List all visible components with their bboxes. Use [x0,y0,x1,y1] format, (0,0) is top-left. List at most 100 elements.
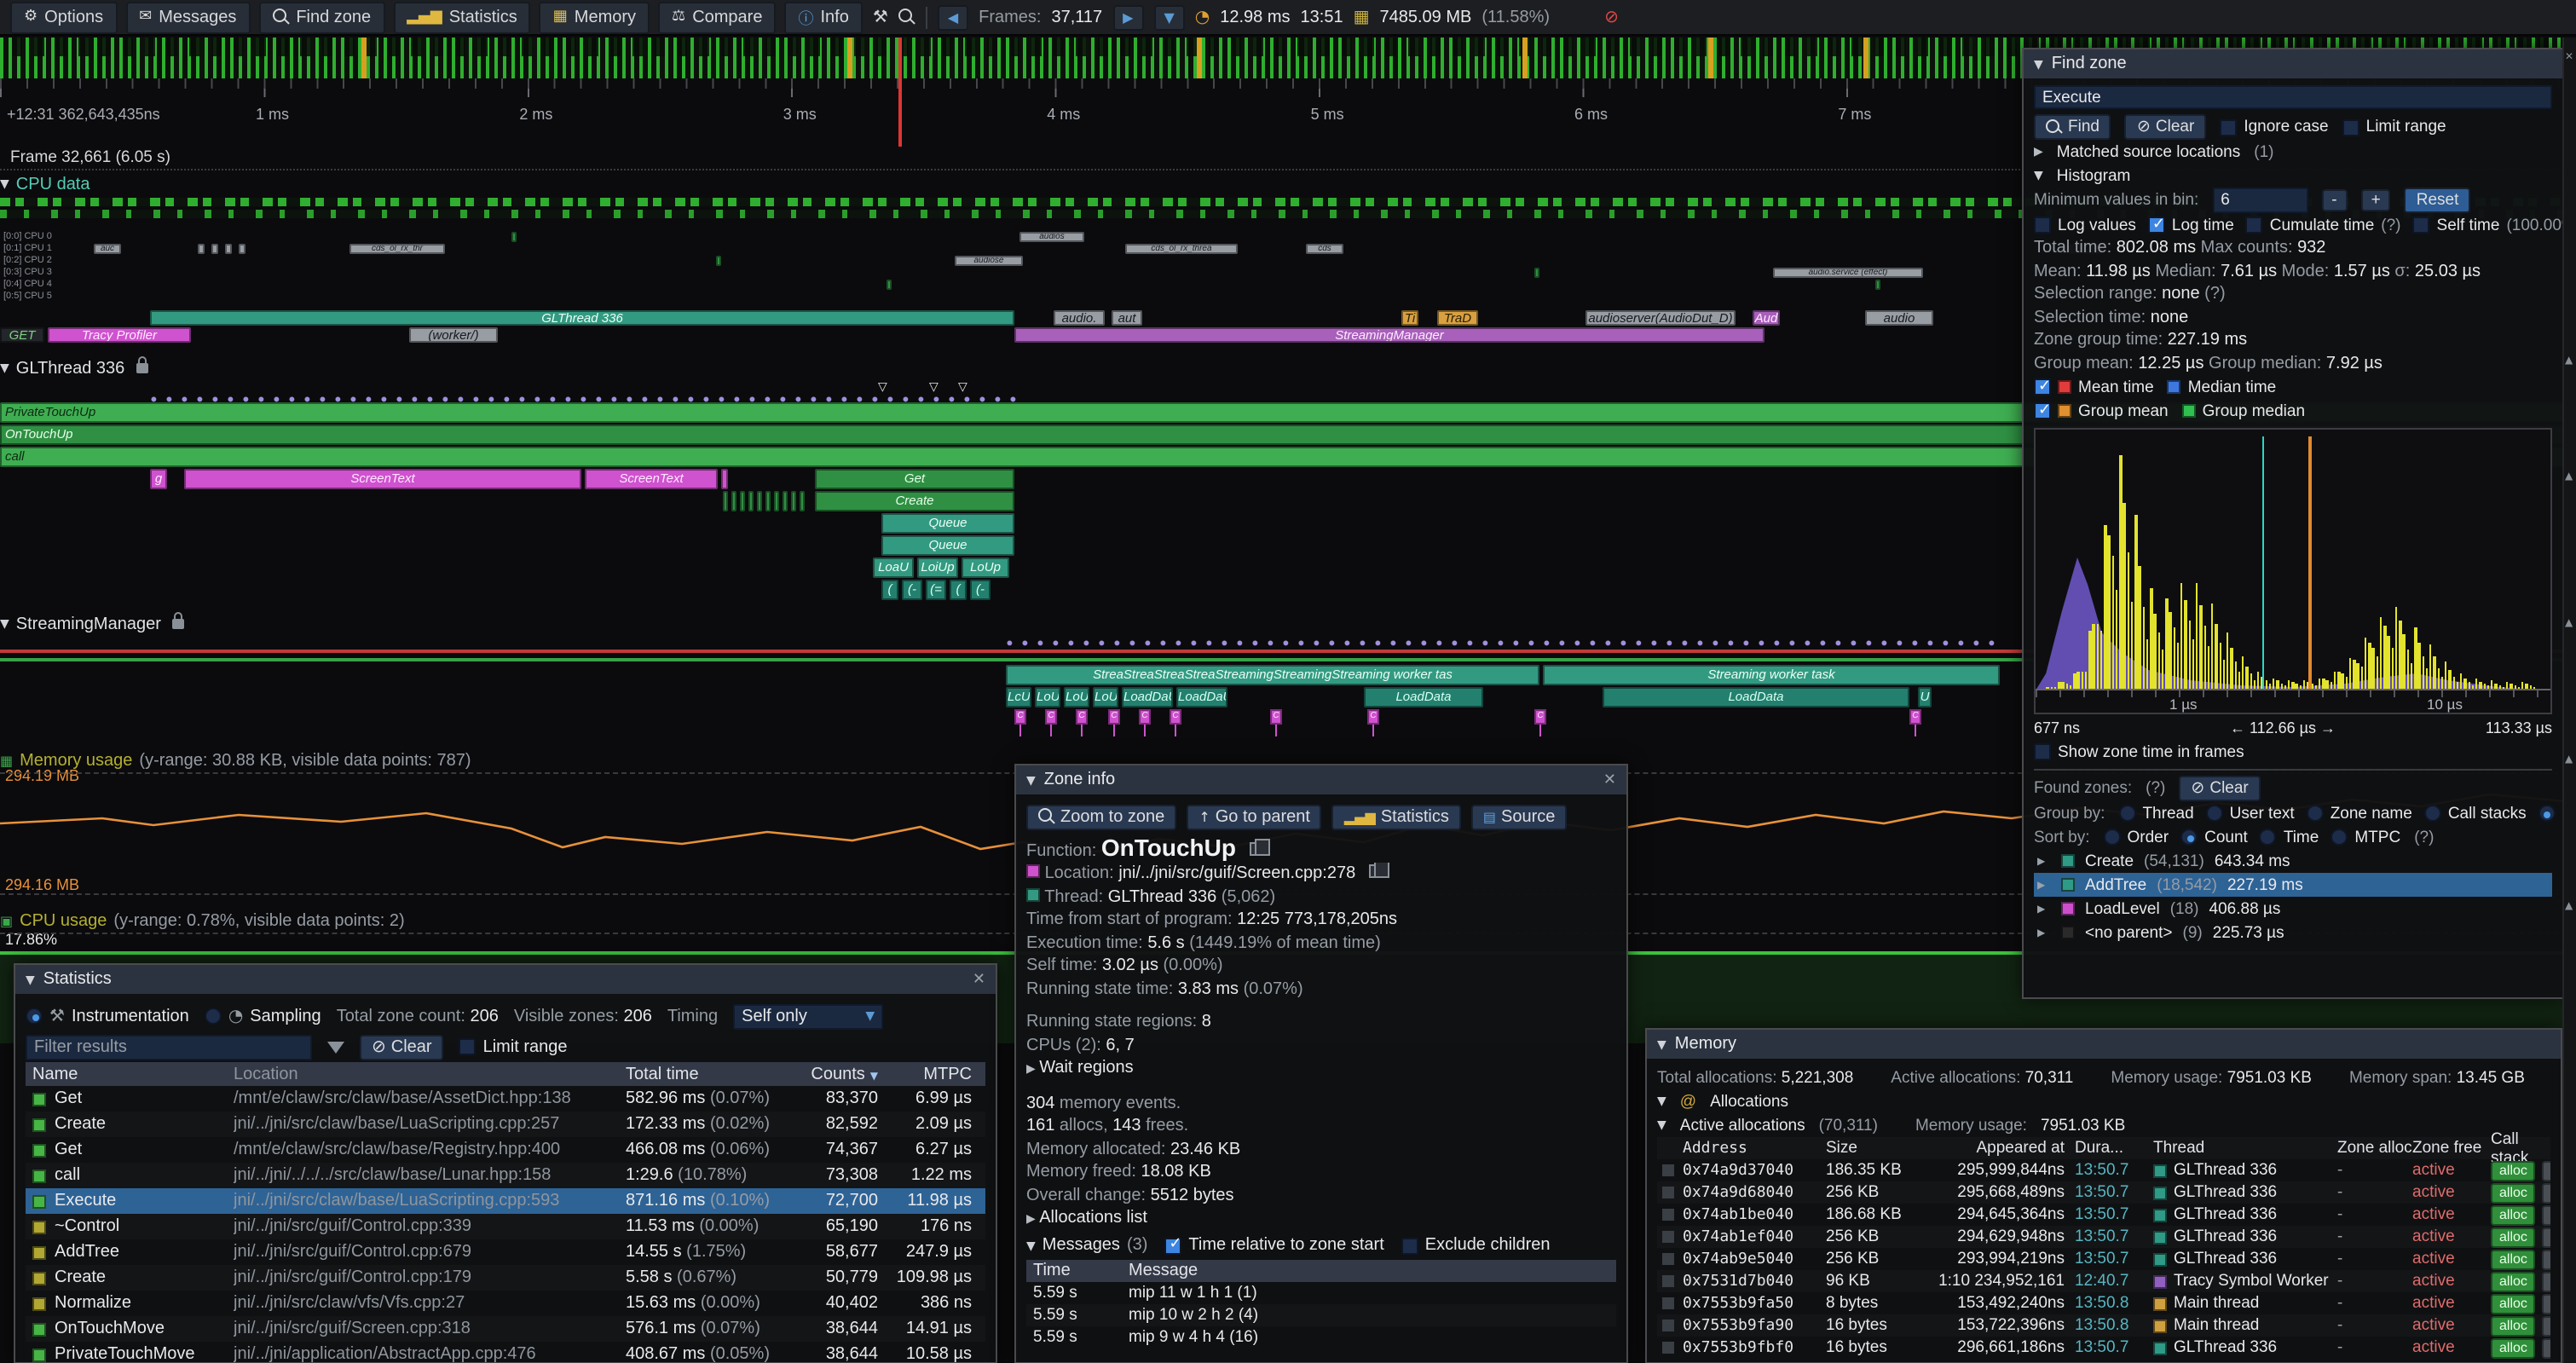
column-header[interactable]: Location [234,1065,626,1083]
timeline-zone[interactable] [748,491,754,511]
radio-button[interactable] [2118,805,2135,822]
memory-titlebar[interactable]: ▼ Memory [1647,1030,2561,1059]
timeline-zone[interactable]: LoaU [873,557,914,578]
message-marker[interactable]: C [1367,709,1379,725]
collapse-icon[interactable]: ▼ [1657,1037,1666,1051]
tools-icon[interactable]: ⚒ [873,8,888,26]
timeline-zone[interactable]: Tracy Profiler [48,327,191,343]
column-header[interactable]: Appeared at [1911,1139,2075,1158]
radio-button[interactable] [26,1008,43,1025]
timeline-zone[interactable]: LoadData [1603,687,1909,707]
prev-frame-button[interactable]: ◀ [938,4,968,30]
toolbar-button-statistics[interactable]: ▂▄▆Statistics [393,1,531,33]
timeline-zone[interactable] [1534,268,1539,278]
allocation-row[interactable]: 0x74a9d68040256 KB295,668,489ns13:50.7GL… [1657,1181,2550,1204]
section-arrow-icon[interactable]: ▲ [2565,471,2573,482]
toolbar-button-options[interactable]: ⚙Options [10,1,117,33]
timeline-zone[interactable] [239,244,245,254]
timeline-zone[interactable] [887,280,892,290]
close-icon[interactable]: ✕ [1603,771,1616,788]
zone-info-titlebar[interactable]: ▼ Zone info ✕ [1016,765,1626,794]
allocation-row[interactable]: 0x74ab1be040186.68 KB294,645,364ns13:50.… [1657,1204,2550,1226]
timeline-zone[interactable]: ( [950,580,967,600]
message-marker[interactable]: C [1534,709,1546,725]
timeline-zone[interactable]: aut [1112,310,1142,326]
timeline-zone[interactable]: LcU [1006,687,1031,707]
timeline-zone[interactable]: ScreenText [184,469,581,489]
toolbar-button-memory[interactable]: ▦Memory [540,1,650,33]
message-marker[interactable]: C [1139,709,1151,725]
timeline-zone[interactable] [716,256,721,266]
timeline-zone[interactable] [774,491,779,511]
timeline-zone[interactable] [757,491,762,511]
frame-label[interactable]: Frame 32,661 (6.05 s) [10,148,170,167]
find-zone-titlebar[interactable]: ▼ Find zone [2024,49,2562,78]
clear-filter-button[interactable]: ⊘Clear [360,1034,444,1060]
toolbar-button-messages[interactable]: ✉Messages [125,1,250,33]
timeline-zone[interactable]: LoadDaU [1122,687,1173,707]
minbin-decrease-button[interactable]: - [2321,189,2347,211]
free-callstack-chip[interactable]: free [2543,1227,2550,1247]
section-arrow-icon[interactable]: ▲ [2565,617,2573,629]
radio-button[interactable] [2424,805,2441,822]
legend-checkbox[interactable]: Mean time [2034,378,2154,396]
alloc-callstack-chip[interactable]: alloc [2491,1271,2536,1291]
timeline-zone[interactable]: (- [970,580,991,600]
radio-button[interactable] [2206,805,2223,822]
timeline-zone[interactable] [723,491,728,511]
column-header[interactable]: Zone alloc [2337,1139,2412,1158]
expander-icon[interactable]: ▶ [2037,855,2051,867]
sort-by-order[interactable]: Order [2104,828,2169,846]
timeline-zone[interactable]: Ti [1401,310,1418,326]
allocation-row[interactable]: 0x7531d7b04096 KB1:10 234,952,16112:40.7… [1657,1270,2550,1292]
checkbox[interactable] [459,1038,477,1055]
allocation-row[interactable]: 0x7553b9fa508 bytes153,492,240ns13:50.8M… [1657,1292,2550,1314]
show-frames-checkbox[interactable]: Show zone time in frames [2034,740,2552,764]
timeline-zone[interactable]: LoU [1064,687,1089,707]
expander-icon[interactable]: ▶ [1026,1212,1039,1226]
close-icon[interactable]: ✕ [2565,51,2573,63]
section-arrow-icon[interactable]: ▲ [2565,900,2573,912]
zone-button-zoom-to-zone[interactable]: Zoom to zone [1026,804,1176,829]
free-callstack-chip[interactable]: free [2543,1160,2550,1181]
group-by-call-stacks[interactable]: Call stacks [2424,804,2527,823]
radio-instrumentation[interactable]: ⚒ Instrumentation [26,1007,189,1025]
allocation-row[interactable]: 0x7553b9fa9016 bytes153,722,396ns13:50.8… [1657,1314,2550,1337]
collapse-icon[interactable]: ▼ [2034,57,2043,71]
timeline-zone[interactable]: (- [902,580,922,600]
group-row[interactable]: ▶LoadLevel(18)406.88 µs [2034,897,2552,921]
timeline-zone[interactable]: StreaStreaStreaStreaStreamingStreamingSt… [1006,665,1539,685]
copy-icon[interactable] [1250,842,1262,856]
timeline-zone[interactable] [721,469,728,489]
checkbox[interactable] [2034,217,2051,234]
checkbox[interactable] [1401,1237,1418,1254]
radio-button[interactable] [205,1008,222,1025]
exclude-children-checkbox[interactable]: Exclude children [1401,1236,1551,1255]
message-marker[interactable]: C [1108,709,1120,725]
timeline-zone[interactable]: audio.service (effect) [1773,268,1923,278]
histogram-expander[interactable]: ▼Histogram [2034,164,2552,188]
column-header[interactable]: MTPC [885,1065,985,1083]
collapse-icon[interactable]: ▼ [1026,773,1036,787]
alloc-callstack-chip[interactable]: alloc [2491,1337,2536,1358]
copy-icon[interactable] [1369,864,1381,878]
allocation-row[interactable]: 0x74ab1ef040256 KB294,629,948ns13:50.7GL… [1657,1226,2550,1248]
allocation-row[interactable]: 0x74a9d37040186.35 KB295,999,844ns13:50.… [1657,1159,2550,1181]
timeline-zone[interactable]: LoUp [962,557,1009,578]
timeline-zone[interactable]: cds_ol_rx_thr [349,244,445,254]
timeline-zone[interactable]: audios [1019,232,1084,242]
table-row[interactable]: OnTouchMovejni/../jni/src/guif/Screen.cp… [26,1316,985,1342]
search-icon[interactable] [898,9,915,26]
message-marker[interactable]: C [1045,709,1057,725]
checkbox[interactable] [2246,217,2263,234]
minbin-input[interactable]: 6 [2212,188,2307,213]
group-by-parent[interactable]: Parent [2538,804,2564,823]
collapse-icon[interactable]: ▼ [26,973,35,986]
timeline-zone[interactable] [511,232,517,242]
column-header[interactable]: Dura... [2075,1139,2153,1158]
expander-icon[interactable]: ▶ [2037,879,2051,891]
timeline-zone[interactable]: U [1918,687,1932,707]
timeline-zone[interactable]: ScreenText [585,469,718,489]
message-row[interactable]: 5.59 smip 11 w 1 h 1 (1) [1026,1281,1616,1303]
timeline-zone[interactable]: auc [94,244,121,254]
